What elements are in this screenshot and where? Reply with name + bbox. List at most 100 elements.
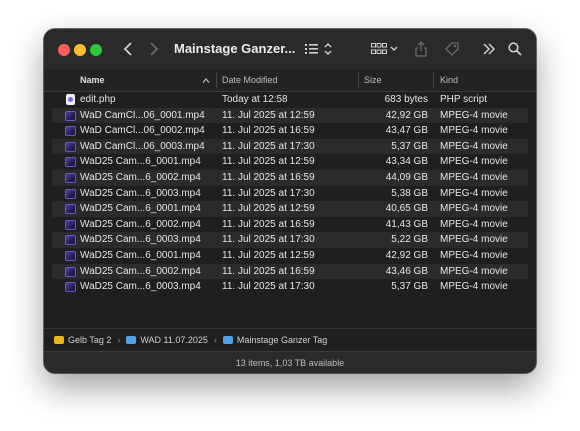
file-name: WaD25 Cam...6_0003.mp4 (80, 234, 201, 246)
file-kind: PHP script (440, 94, 488, 105)
movie-file-icon (65, 235, 76, 246)
file-name: WaD25 Cam...6_0002.mp4 (80, 265, 201, 277)
file-row[interactable]: WaD CamCl...06_0001.mp4 11. Jul 2025 at 1… (52, 107, 528, 124)
file-size: 43,34 GB (385, 156, 428, 168)
file-size: 42,92 GB (385, 109, 428, 121)
file-row[interactable]: WaD25 Cam...6_0002.mp4 11. Jul 2025 at 16… (52, 217, 528, 233)
php-file-icon (66, 94, 75, 105)
path-item-mainstage[interactable]: Mainstage Ganzer Tag (222, 335, 327, 345)
chevron-right-icon: › (213, 335, 217, 345)
path-bar: Gelb Tag 2 › WAD 11.07.2025 › Mainstage … (44, 328, 536, 351)
file-date: 11. Jul 2025 at 17:30 (222, 281, 315, 293)
search-icon (508, 42, 522, 56)
forward-button[interactable] (146, 38, 162, 60)
file-name: WaD25 Cam...6_0003.mp4 (80, 281, 201, 293)
tag-button[interactable] (442, 38, 462, 60)
movie-file-icon (65, 173, 76, 183)
file-name: WaD CamCl...06_0003.mp4 (80, 140, 205, 152)
drive-icon (54, 336, 64, 344)
file-date: 11. Jul 2025 at 12:59 (222, 109, 315, 121)
column-kind-header[interactable]: Kind (440, 75, 458, 85)
movie-file-icon (65, 266, 76, 277)
path-item-wad[interactable]: WAD 11.07.2025 › (126, 335, 217, 345)
file-row[interactable]: WaD25 Cam...6_0002.mp4 11. Jul 2025 at 16… (52, 263, 528, 280)
movie-file-icon (65, 204, 76, 215)
chevron-left-icon (123, 42, 132, 56)
file-date: 11. Jul 2025 at 16:59 (222, 265, 315, 277)
file-date: 11. Jul 2025 at 16:59 (222, 172, 315, 183)
file-kind: MPEG-4 movie (440, 265, 508, 277)
close-button[interactable] (58, 44, 70, 56)
folder-icon (126, 336, 137, 344)
movie-file-icon (65, 188, 76, 199)
file-name: WaD25 Cam...6_0001.mp4 (80, 203, 201, 215)
back-button[interactable] (120, 38, 136, 60)
file-kind: MPEG-4 movie (440, 281, 508, 293)
movie-file-icon (65, 141, 76, 152)
file-row[interactable]: WaD CamCl...06_0003.mp4 11. Jul 2025 at 1… (52, 138, 528, 155)
file-date: 11. Jul 2025 at 12:59 (222, 203, 315, 215)
file-size: 5,37 GB (391, 140, 428, 152)
file-name: WaD25 Cam...6_0003.mp4 (80, 187, 201, 199)
zoom-button[interactable] (90, 44, 102, 56)
file-size: 683 bytes (384, 94, 428, 105)
file-name: WaD25 Cam...6_0001.mp4 (80, 156, 201, 168)
file-size: 5,37 GB (391, 281, 428, 293)
grid-icon (371, 43, 398, 54)
file-row[interactable]: edit.php Today at 12:58 683 bytes PHP scrip… (52, 92, 528, 108)
toolbar: Mainstage Ganzer... (44, 29, 536, 69)
column-header: Name Date Modified Size Kind (44, 69, 536, 92)
more-button[interactable] (481, 38, 497, 60)
list-icon (305, 43, 332, 55)
column-date-header[interactable]: Date Modified (222, 75, 278, 85)
file-date: 11. Jul 2025 at 12:59 (222, 250, 315, 261)
file-kind: MPEG-4 movie (440, 187, 508, 199)
file-row[interactable]: WaD CamCl...06_0002.mp4 11. Jul 2025 at 1… (52, 123, 528, 139)
file-kind: MPEG-4 movie (440, 234, 508, 246)
movie-file-icon (65, 251, 76, 261)
file-kind: MPEG-4 movie (440, 109, 508, 121)
file-size: 40,65 GB (385, 203, 428, 215)
file-name: WaD CamCl...06_0001.mp4 (80, 109, 205, 121)
file-row[interactable]: WaD25 Cam...6_0003.mp4 11. Jul 2025 at 17… (52, 279, 528, 295)
file-kind: MPEG-4 movie (440, 218, 508, 230)
column-name-header[interactable]: Name (80, 75, 105, 85)
file-kind: MPEG-4 movie (440, 203, 508, 215)
file-name: WaD CamCl...06_0002.mp4 (80, 125, 205, 137)
minimize-button[interactable] (74, 44, 86, 56)
column-size-header[interactable]: Size (364, 75, 382, 85)
file-kind: MPEG-4 movie (440, 156, 508, 168)
file-kind: MPEG-4 movie (440, 172, 508, 183)
file-row[interactable]: WaD25 Cam...6_0001.mp4 11. Jul 2025 at 12… (52, 201, 528, 217)
search-button[interactable] (506, 38, 524, 60)
file-size: 44,09 GB (385, 172, 428, 183)
file-size: 5,22 GB (391, 234, 428, 246)
file-kind: MPEG-4 movie (440, 250, 508, 261)
file-date: Today at 12:58 (222, 94, 288, 105)
share-button[interactable] (412, 38, 430, 60)
file-kind: MPEG-4 movie (440, 140, 508, 152)
movie-file-icon (65, 282, 76, 293)
file-kind: MPEG-4 movie (440, 125, 508, 137)
movie-file-icon (65, 126, 76, 137)
file-name: WaD25 Cam...6_0002.mp4 (80, 218, 201, 230)
window-title: Mainstage Ganzer... (174, 41, 296, 56)
file-row[interactable]: WaD25 Cam...6_0003.mp4 11. Jul 2025 at 17… (52, 186, 528, 202)
path-item-gelb-tag-2[interactable]: Gelb Tag 2 › (54, 335, 120, 345)
chevron-right-icon (150, 42, 159, 56)
file-row[interactable]: WaD25 Cam...6_0001.mp4 11. Jul 2025 at 12… (52, 154, 528, 170)
file-row[interactable]: WaD25 Cam...6_0002.mp4 11. Jul 2025 at 16… (52, 170, 528, 186)
file-date: 11. Jul 2025 at 16:59 (222, 218, 315, 230)
status-bar: 13 items, 1,03 TB available (44, 351, 536, 373)
file-size: 43,47 GB (385, 125, 428, 137)
file-date: 11. Jul 2025 at 12:59 (222, 156, 315, 168)
grouping-button[interactable] (370, 38, 400, 60)
file-name: WaD25 Cam...6_0002.mp4 (80, 172, 201, 183)
list-view-button[interactable] (304, 38, 336, 60)
double-chevron-right-icon (483, 43, 496, 55)
folder-icon (222, 336, 233, 344)
file-size: 41,43 GB (385, 218, 428, 230)
file-date: 11. Jul 2025 at 17:30 (222, 140, 315, 152)
file-row[interactable]: WaD25 Cam...6_0003.mp4 11. Jul 2025 at 17… (52, 232, 528, 248)
file-row[interactable]: WaD25 Cam...6_0001.mp4 11. Jul 2025 at 12… (52, 248, 528, 264)
